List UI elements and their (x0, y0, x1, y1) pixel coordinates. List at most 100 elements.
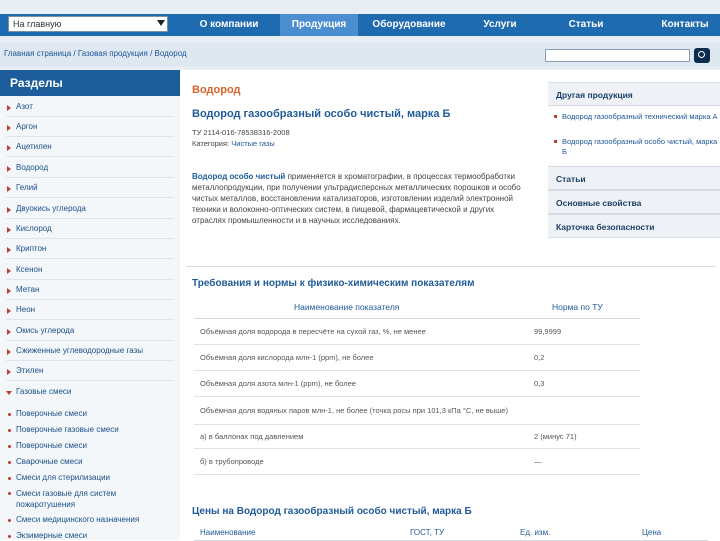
home-select-value: На главную (13, 19, 62, 29)
column-header: Норма по ТУ (552, 302, 603, 312)
sidebar-subitem-label: Экзимерные смеси (16, 531, 88, 540)
sidebar-subitem[interactable]: Сварочные смеси (0, 457, 180, 466)
section-safety-card[interactable]: Карточка безопасности (548, 214, 720, 238)
nav-item-articles[interactable]: Статьи (556, 14, 616, 36)
prices-title: Цены на Водород газообразный особо чисты… (192, 506, 472, 517)
sidebar-subitem[interactable]: Поверочные газовые смеси (0, 425, 180, 434)
arrow-right-icon (7, 349, 11, 355)
sidebar-item-ethylene[interactable]: Этилен (0, 366, 180, 375)
table-row: б) в трубопроводе — (194, 448, 640, 475)
sidebar-item-methane[interactable]: Метан (0, 285, 180, 294)
table-cell: 2 (минус 71) (534, 432, 577, 441)
other-product-link[interactable]: Водород газообразный технический марка А (554, 112, 718, 122)
section-properties[interactable]: Основные свойства (548, 190, 720, 214)
description-bold: Водород особо чистый (192, 172, 286, 181)
divider (6, 340, 174, 341)
column-header: Наименование (200, 528, 256, 537)
section-articles[interactable]: Статьи (548, 166, 720, 190)
sidebar-item-lpg[interactable]: Сжиженные углеводородные газы (0, 346, 180, 355)
arrow-right-icon (7, 227, 11, 233)
sidebar-subitem-label: Сварочные смеси (16, 457, 83, 466)
divider (6, 380, 174, 381)
bullet-icon (8, 445, 11, 448)
sidebar-item-neon[interactable]: Неон (0, 305, 180, 314)
search-icon[interactable] (694, 48, 710, 63)
chevron-down-icon[interactable] (157, 20, 165, 26)
arrow-right-icon (7, 329, 11, 335)
other-products-title[interactable]: Другая продукция (548, 82, 720, 106)
bullet-icon (8, 429, 11, 432)
nav-item-services[interactable]: Услуги (470, 14, 530, 36)
sidebar-item-label: Газовые смеси (16, 387, 72, 396)
sidebar-item-krypton[interactable]: Криптон (0, 244, 180, 253)
sidebar-item-label: Метан (16, 285, 40, 294)
sidebar-item-gas-mixtures[interactable]: Газовые смеси (0, 387, 180, 396)
tu-number: ТУ 2114-016-78538316-2008 (192, 128, 290, 137)
arrow-right-icon (7, 247, 11, 253)
sidebar-subitem[interactable]: Экзимерные смеси (0, 531, 180, 540)
sidebar-item-hydrogen[interactable]: Водород (0, 163, 180, 172)
sidebar-subitem-label: Смеси медицинского назначения (16, 515, 140, 524)
table-cell: — (534, 457, 542, 466)
table-cell: Объёмная доля кислорода млн-1 (ppm), не … (200, 353, 374, 362)
sidebar-item-label: Гелий (16, 183, 38, 192)
sidebar-item-nitrogen[interactable]: Азот (0, 102, 180, 111)
column-header: ГОСТ, ТУ (410, 528, 445, 537)
search-input[interactable] (545, 49, 690, 62)
bullet-icon (554, 140, 557, 143)
sidebar-subitem[interactable]: Поверочные смеси (0, 441, 180, 450)
table-cell: Объёмная доля водорода в пересчёте на су… (200, 327, 426, 336)
nav-item-products[interactable]: Продукция (280, 14, 358, 36)
home-select[interactable]: На главную (8, 16, 168, 32)
sidebar-item-helium[interactable]: Гелий (0, 183, 180, 192)
sidebar-subitem[interactable]: Поверочные смеси (0, 409, 180, 418)
sidebar-item-label: Аргон (16, 122, 38, 131)
table-row: Объёмная доля водорода в пересчёте на су… (194, 318, 640, 345)
sidebar-item-label: Сжиженные углеводородные газы (16, 346, 143, 355)
sidebar-item-co2[interactable]: Двуокись углерода (0, 204, 180, 213)
table-cell: а) в баллонах под давлением (200, 432, 304, 441)
sidebar-item-oxygen[interactable]: Кислород (0, 224, 180, 233)
divider (6, 258, 174, 259)
table-cell: 0,3 (534, 379, 545, 388)
arrow-right-icon (7, 268, 11, 274)
arrow-right-icon (7, 125, 11, 131)
divider (6, 218, 174, 219)
sidebar-subitem[interactable]: Смеси газовые для систем пожаротушения (0, 488, 150, 510)
arrow-right-icon (7, 308, 11, 314)
table-row: Объёмная доля кислорода млн-1 (ppm), не … (194, 344, 640, 371)
sidebar-item-xenon[interactable]: Ксенон (0, 265, 180, 274)
sidebar-item-label: Этилен (16, 366, 44, 375)
sidebar-item-co[interactable]: Окись углерода (0, 326, 180, 335)
sidebar-item-label: Ксенон (16, 265, 43, 274)
bullet-icon (8, 477, 11, 480)
divider (6, 238, 174, 239)
product-title: Водород газообразный особо чистый, марка… (192, 108, 451, 120)
table-row: Объёмная доля водяных паров млн-1, не бо… (194, 396, 640, 425)
other-product-label: Водород газообразный особо чистый, марка… (562, 137, 718, 156)
sidebar-item-label: Азот (16, 102, 33, 111)
nav-item-about[interactable]: О компании (190, 14, 268, 36)
sidebar-item-acetylene[interactable]: Ацетилен (0, 142, 180, 151)
arrow-right-icon (7, 288, 11, 294)
divider (6, 197, 174, 198)
bullet-icon (8, 461, 11, 464)
nav-item-equipment[interactable]: Оборудование (368, 14, 450, 36)
divider (6, 156, 174, 157)
other-product-link[interactable]: Водород газообразный особо чистый, марка… (554, 137, 718, 157)
sidebar-subitem[interactable]: Смеси медицинского назначения (0, 515, 180, 524)
table-cell: б) в трубопроводе (200, 457, 264, 466)
breadcrumb[interactable]: Главная страница / Газовая продукция / В… (4, 49, 187, 58)
bullet-icon (8, 519, 11, 522)
column-header: Цена (642, 528, 662, 537)
column-header: Наименование показателя (294, 302, 400, 312)
category-link[interactable]: Чистые газы (231, 139, 275, 148)
arrow-right-icon (7, 369, 11, 375)
sidebar-subitem[interactable]: Смеси для стерилизации (0, 473, 180, 482)
nav-item-contacts[interactable]: Контакты (650, 14, 720, 36)
divider (6, 299, 174, 300)
table-cell: Объёмная доля азота млн-1 (ppm), не боле… (200, 379, 356, 388)
sidebar-subitem-label: Поверочные газовые смеси (16, 425, 119, 434)
sidebar-item-argon[interactable]: Аргон (0, 122, 180, 131)
sidebar-subitem-label: Поверочные смеси (16, 441, 87, 450)
